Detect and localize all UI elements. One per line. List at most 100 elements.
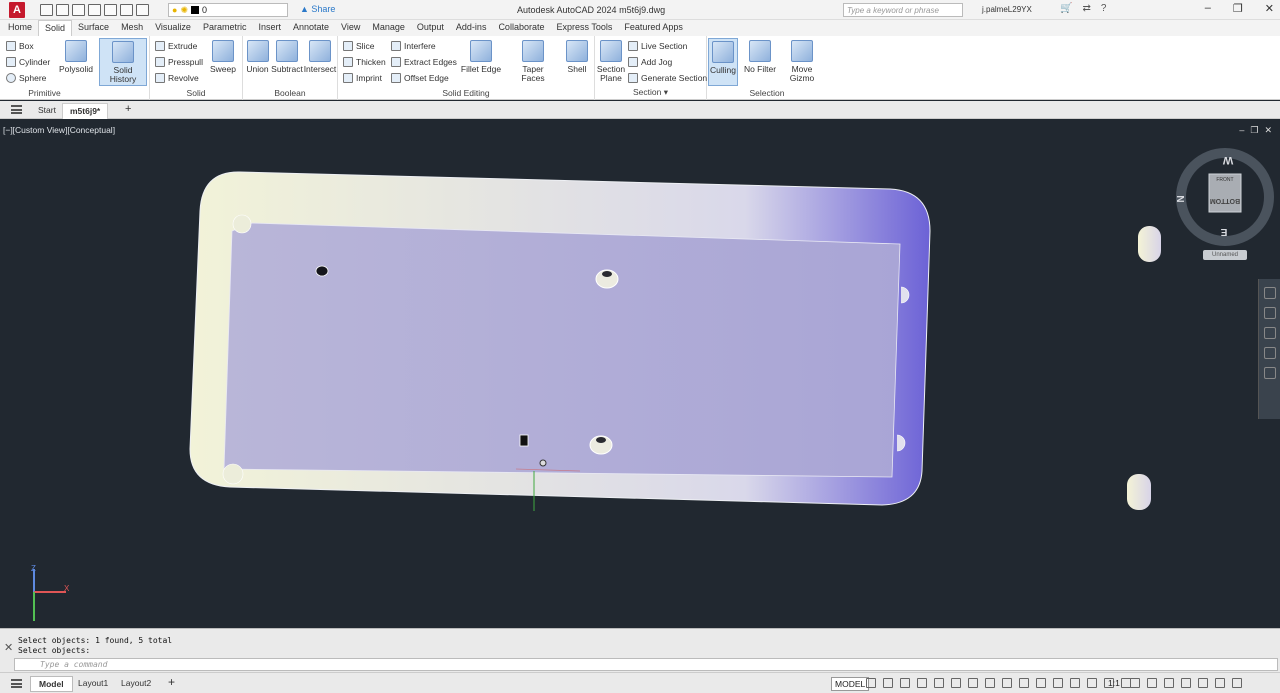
units-icon[interactable]: [1164, 678, 1174, 688]
pan-icon[interactable]: [1263, 307, 1276, 319]
cylinder-button[interactable]: Cylinder: [6, 57, 50, 67]
annotation-monitor-icon[interactable]: [1147, 678, 1157, 688]
tab-home[interactable]: Home: [2, 20, 38, 36]
customization-menu-icon[interactable]: [1232, 678, 1242, 688]
imprint-button[interactable]: Imprint: [343, 73, 382, 83]
dynamic-ucs-icon[interactable]: [1087, 678, 1097, 688]
tab-solid[interactable]: Solid: [38, 20, 73, 36]
shell-button[interactable]: Shell: [564, 40, 590, 74]
tab-parametric[interactable]: Parametric: [197, 20, 253, 36]
3d-osnap-icon[interactable]: [1070, 678, 1080, 688]
tab-mesh[interactable]: Mesh: [115, 20, 149, 36]
tab-surface[interactable]: Surface: [72, 20, 115, 36]
snap-icon[interactable]: [883, 678, 893, 688]
open-file-icon[interactable]: [56, 4, 69, 16]
culling-button[interactable]: Culling: [708, 38, 738, 86]
dynamic-input-icon[interactable]: [917, 678, 927, 688]
print-icon[interactable]: [104, 4, 117, 16]
workspace-gear-icon[interactable]: [1130, 678, 1140, 688]
layer-dropdown[interactable]: ● ✺ 0: [168, 3, 288, 17]
intersect-button[interactable]: Intersect: [303, 40, 337, 74]
object-snap-icon[interactable]: [1002, 678, 1012, 688]
tab-layout1[interactable]: Layout1: [70, 676, 116, 690]
fillet-edge-button[interactable]: Fillet Edge: [459, 40, 503, 74]
solid-history-button[interactable]: Solid History: [99, 38, 147, 86]
save-icon[interactable]: [72, 4, 85, 16]
help-icon[interactable]: ?: [1101, 3, 1107, 14]
subtract-button[interactable]: Subtract: [271, 40, 303, 74]
infer-icon[interactable]: [900, 678, 910, 688]
add-jog-button[interactable]: Add Jog: [628, 57, 672, 67]
taper-faces-button[interactable]: Taper Faces: [510, 40, 556, 83]
tab-manage[interactable]: Manage: [366, 20, 411, 36]
autocad-logo-button[interactable]: A: [9, 2, 25, 18]
polysolid-button[interactable]: Polysolid: [58, 40, 94, 74]
selection-cycling-icon[interactable]: [1053, 678, 1063, 688]
minimize-icon[interactable]: –: [1205, 2, 1211, 15]
hardware-acceleration-icon[interactable]: [1198, 678, 1208, 688]
polar-icon[interactable]: [951, 678, 961, 688]
save-as-icon[interactable]: [88, 4, 101, 16]
clean-screen-icon[interactable]: [1215, 678, 1225, 688]
add-layout-plus-icon[interactable]: +: [160, 673, 183, 691]
exchange-icon[interactable]: ⇄: [1082, 3, 1090, 14]
share-button[interactable]: ▲ Share: [300, 4, 335, 14]
tab-view[interactable]: View: [335, 20, 366, 36]
command-input[interactable]: Type a command: [14, 658, 1278, 671]
new-tab-plus-icon[interactable]: +: [118, 103, 138, 117]
extrude-button[interactable]: Extrude: [155, 41, 197, 51]
tab-visualize[interactable]: Visualize: [149, 20, 197, 36]
object-snap-tracking-icon[interactable]: [985, 678, 995, 688]
isodraft-icon[interactable]: [968, 678, 978, 688]
help-search-input[interactable]: Type a keyword or phrase: [843, 3, 963, 17]
generate-section-button[interactable]: Generate Section: [628, 73, 707, 83]
tab-add-ins[interactable]: Add-ins: [450, 20, 493, 36]
ortho-icon[interactable]: [934, 678, 944, 688]
tab-insert[interactable]: Insert: [252, 20, 287, 36]
tab-layout2[interactable]: Layout2: [113, 676, 159, 690]
restore-icon[interactable]: ❐: [1233, 2, 1243, 15]
annotation-scale[interactable]: 1:1: [1108, 678, 1120, 688]
grid-icon[interactable]: [866, 678, 876, 688]
thicken-button[interactable]: Thicken: [343, 57, 386, 67]
revolve-button[interactable]: Revolve: [155, 73, 199, 83]
sweep-button[interactable]: Sweep: [208, 40, 238, 74]
sphere-button[interactable]: Sphere: [6, 73, 46, 83]
close-icon[interactable]: ✕: [1265, 2, 1274, 15]
ucs-name-badge[interactable]: Unnamed: [1203, 250, 1247, 260]
lineweight-icon[interactable]: [1019, 678, 1029, 688]
interfere-button[interactable]: Interfere: [391, 41, 436, 51]
tab-model[interactable]: Model: [30, 676, 73, 692]
menu-icon[interactable]: [11, 105, 22, 114]
tab-express-tools[interactable]: Express Tools: [550, 20, 618, 36]
full-navigation-wheel-icon[interactable]: [1263, 287, 1276, 299]
tab-output[interactable]: Output: [411, 20, 450, 36]
cart-icon[interactable]: 🛒: [1060, 3, 1072, 14]
showmotion-icon[interactable]: [1263, 367, 1276, 379]
tab-current-drawing[interactable]: m5t6j9*: [62, 103, 109, 119]
layout-menu-icon[interactable]: [11, 679, 22, 688]
tab-annotate[interactable]: Annotate: [287, 20, 335, 36]
command-close-icon[interactable]: ✕: [4, 641, 13, 654]
tab-collaborate[interactable]: Collaborate: [492, 20, 550, 36]
extract-edges-button[interactable]: Extract Edges: [391, 57, 457, 67]
section-panel-label[interactable]: Section ▾: [595, 87, 706, 98]
union-button[interactable]: Union: [244, 40, 271, 74]
live-section-button[interactable]: Live Section: [628, 41, 687, 51]
slice-button[interactable]: Slice: [343, 41, 374, 51]
redo-icon[interactable]: [136, 4, 149, 16]
viewcube[interactable]: FRONT BOTTOM W N E: [1174, 148, 1274, 246]
offset-edge-button[interactable]: Offset Edge: [391, 73, 449, 83]
model-space-toggle[interactable]: MODEL: [831, 677, 870, 691]
tab-start[interactable]: Start: [31, 103, 63, 117]
isolate-objects-icon[interactable]: [1181, 678, 1191, 688]
new-file-icon[interactable]: [40, 4, 53, 16]
box-button[interactable]: Box: [6, 41, 34, 51]
orbit-icon[interactable]: [1263, 347, 1276, 359]
tab-featured-apps[interactable]: Featured Apps: [618, 20, 689, 36]
user-account[interactable]: j.palmeL29YX: [982, 5, 1032, 14]
presspull-button[interactable]: Presspull: [155, 57, 203, 67]
move-gizmo-button[interactable]: Move Gizmo: [785, 40, 819, 83]
zoom-icon[interactable]: [1263, 327, 1276, 339]
undo-icon[interactable]: [120, 4, 133, 16]
